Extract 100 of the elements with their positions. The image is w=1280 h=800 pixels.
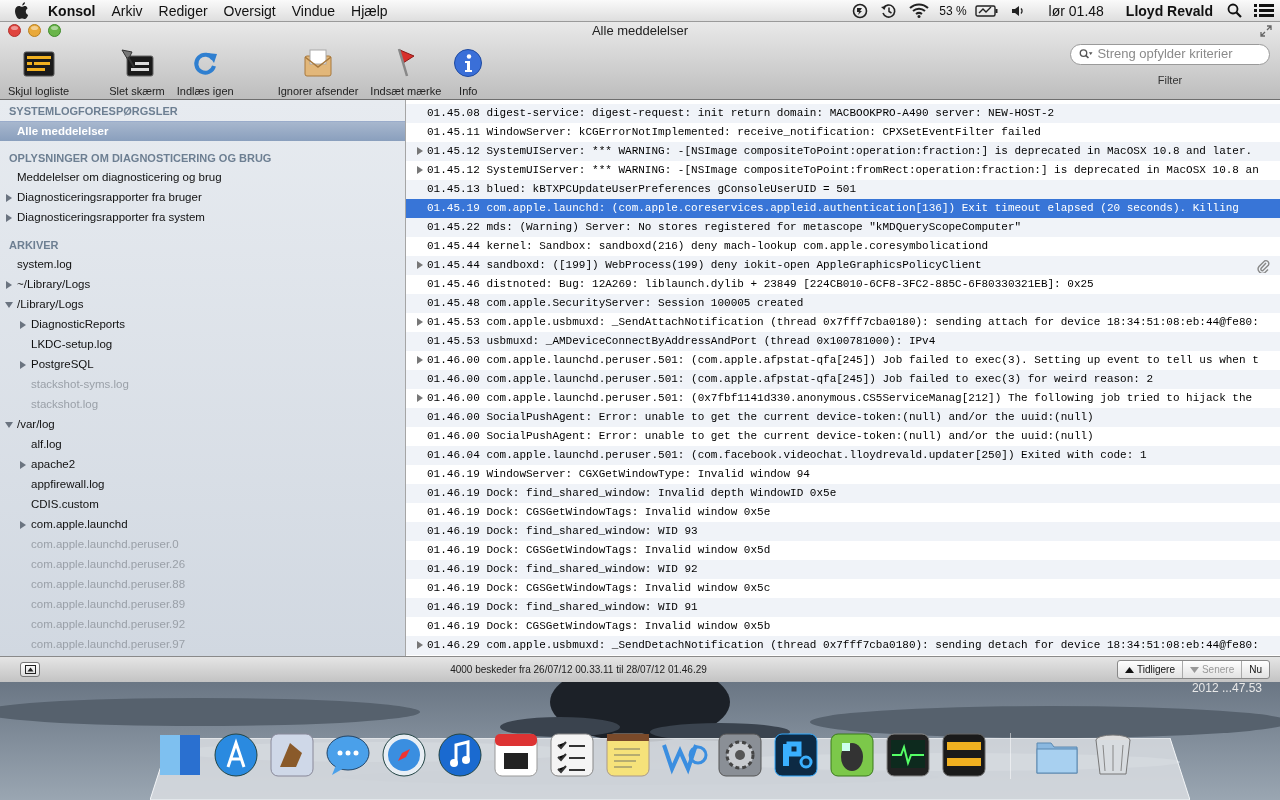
log-entry[interactable]: 01.45.48 com.apple.SecurityServer: Session 100005 created (406, 294, 1280, 313)
zoom-button[interactable] (48, 24, 61, 38)
sidebar-item[interactable]: Diagnosticeringsrapporter fra system (0, 208, 405, 228)
disclosure-triangle-icon[interactable] (416, 641, 424, 650)
sidebar-item[interactable]: apache2 (0, 455, 405, 475)
search-icon (1079, 48, 1094, 60)
log-entry[interactable]: 01.46.00 com.apple.launchd.peruser.501: (com.apple.afpstat-qfa[245]) Job failed to exec(3). Setting up event to tell us when t (406, 351, 1280, 370)
search-field[interactable]: Streng opfylder kriterier (1070, 43, 1270, 65)
sidebar-item[interactable]: DiagnosticReports (0, 315, 405, 335)
fullscreen-icon[interactable] (1260, 24, 1272, 37)
sidebar-item[interactable]: /var/log (0, 415, 405, 435)
calendar-icon[interactable] (492, 731, 540, 779)
sidebar-item[interactable]: appfirewall.log (0, 475, 405, 495)
sidebar-item[interactable]: alf.log (0, 435, 405, 455)
user-name[interactable]: Lloyd Revald (1117, 0, 1221, 21)
clock[interactable]: lør 01.48 (1040, 0, 1112, 21)
menu-item[interactable]: Hjælp (343, 0, 396, 21)
toolbar-button[interactable]: Skjul logliste (8, 43, 70, 99)
log-entry[interactable]: 01.45.13 blued: kBTXPCUpdateUserPreferences gConsoleUserUID = 501 (406, 180, 1280, 199)
log-entry[interactable]: 01.45.44 kernel: Sandbox: sandboxd(216) deny mach-lookup com.apple.coresymbolicationd (406, 237, 1280, 256)
log-entry[interactable]: 01.45.11 WindowServer: kCGErrorNotImplemented: receive_notification: CPXSetEventFilter failed (406, 123, 1280, 142)
battery-icon[interactable] (974, 3, 999, 18)
log-entry[interactable]: 01.46.19 Dock: CGSGetWindowTags: Invalid window 0x5b (406, 617, 1280, 636)
log-entry[interactable]: 01.46.04 com.apple.launchd.peruser.501: (com.facebook.videochat.lloydrevald.updater[250]) Exited with code: 1 (406, 446, 1280, 465)
disclosure-triangle-icon[interactable] (416, 261, 424, 270)
disclosure-triangle-icon[interactable] (18, 521, 27, 529)
toolbar-button[interactable]: Ignorer afsender (277, 43, 359, 99)
sidebar-item[interactable]: /Library/Logs (0, 295, 405, 315)
log-entry[interactable]: 01.46.19 Dock: CGSGetWindowTags: Invalid window 0x5c (406, 579, 1280, 598)
sidebar-item[interactable]: com.apple.launchd (0, 515, 405, 535)
log-entry[interactable]: 01.45.46 distnoted: Bug: 12A269: liblaunch.dylib + 23849 [224CB010-6CF8-3FC2-885C-6F80330321EB]: 0x25 (406, 275, 1280, 294)
paperclip-icon[interactable] (1257, 259, 1270, 273)
square-tile-icon[interactable] (772, 731, 820, 779)
sidebar-item[interactable]: ~/Library/Logs (0, 275, 405, 295)
log-entry[interactable]: 01.45.53 com.apple.usbmuxd: _SendAttachNotification (thread 0x7fff7cba0180): sending attach for device 18:34:51:08:eb:44@fe80: (406, 313, 1280, 332)
sidebar-item[interactable]: Meddelelser om diagnosticering og brug (0, 168, 405, 188)
list-icon[interactable] (1254, 3, 1274, 18)
log-entry[interactable]: 01.46.00 SocialPushAgent: Error: unable to get the current device-token:(null) and/or the uuid:(null) (406, 408, 1280, 427)
log-entry[interactable]: 01.46.00 com.apple.launchd.peruser.501: (0x7fbf1141d330.anonymous.CS5ServiceManag[212]) The following job tried to hijack the (406, 389, 1280, 408)
sidebar-toggle-button[interactable] (20, 662, 40, 677)
disclosure-triangle-icon[interactable] (416, 394, 424, 403)
search-icon[interactable] (1227, 3, 1242, 18)
log-entry[interactable]: 01.45.22 mds: (Warning) Server: No stores registered for metascope "kMDQueryScopeComputer" (406, 218, 1280, 237)
log-entry[interactable]: 01.46.19 Dock: find_shared_window: Invalid depth WindowID 0x5e (406, 484, 1280, 503)
disclosure-triangle-icon[interactable] (4, 194, 13, 202)
toolbar-button[interactable]: Info (453, 43, 484, 99)
disclosure-triangle-icon[interactable] (4, 214, 13, 222)
log-entry[interactable]: 01.46.00 com.apple.launchd.peruser.501: (com.apple.afpstat-qfa[245]) Job failed to exec(3) for weird reason: 2 (406, 370, 1280, 389)
menu-item[interactable]: Oversigt (215, 0, 284, 21)
log-entry[interactable]: 01.46.19 WindowServer: CGXGetWindowType: Invalid window 94 (406, 465, 1280, 484)
disclosure-triangle-icon[interactable] (18, 361, 27, 369)
sidebar-item[interactable]: system.log (0, 255, 405, 275)
log-entry[interactable]: 01.46.19 Dock: find_shared_window: WID 92 (406, 560, 1280, 579)
menu-item[interactable]: Arkiv (103, 0, 151, 21)
log-entry[interactable]: 01.45.08 digest-service: digest-request: init return domain: MACBOOKPRO-A490 server: NEW-HOST-2 (406, 104, 1280, 123)
disclosure-triangle-icon[interactable] (4, 301, 13, 309)
disclosure-triangle-icon[interactable] (18, 461, 27, 469)
log-entry[interactable]: 01.46.19 Dock: CGSGetWindowTags: Invalid window 0x5d (406, 541, 1280, 560)
menu-item[interactable]: Rediger (150, 0, 216, 21)
status-icon[interactable] (852, 2, 869, 19)
disclosure-triangle-icon[interactable] (4, 281, 13, 289)
log-entry[interactable]: 01.46.19 Dock: CGSGetWindowTags: Invalid window 0x5e (406, 503, 1280, 522)
disclosure-triangle-icon[interactable] (416, 356, 424, 365)
toolbar-button[interactable]: Indlæs igen (176, 43, 234, 99)
sidebar-item[interactable]: Diagnosticeringsrapporter fra bruger (0, 188, 405, 208)
checklist-icon[interactable] (548, 731, 596, 779)
menu-item[interactable]: Vindue (283, 0, 344, 21)
log-entry[interactable]: 01.45.12 SystemUIServer: *** WARNING: -[NSImage compositeToPoint:fromRect:operation:fraction:] is deprecated in MacOSX 10.8 an (406, 161, 1280, 180)
disclosure-triangle-icon[interactable] (416, 147, 424, 156)
apple-icon[interactable] (14, 1, 30, 20)
close-button[interactable] (8, 24, 21, 38)
console-icon[interactable] (940, 731, 988, 779)
disclosure-triangle-icon[interactable] (416, 166, 424, 175)
heartbeat-monitor-icon[interactable] (884, 731, 932, 779)
disclosure-triangle-icon[interactable] (18, 321, 27, 329)
toolbar-button[interactable]: Indsæt mærke (370, 43, 442, 99)
log-entry[interactable]: 01.45.53 usbmuxd: _AMDeviceConnectByAddressAndPort (thread 0x100781000): IPv4 (406, 332, 1280, 351)
clock-icon[interactable] (880, 2, 898, 19)
minimize-button[interactable] (28, 24, 41, 38)
music-note-icon[interactable] (436, 731, 484, 779)
toolbar-button[interactable]: Slet skærm (109, 43, 165, 99)
log-entry[interactable]: 01.46.19 Dock: find_shared_window: WID 91 (406, 598, 1280, 617)
app-menu[interactable]: Konsol (40, 0, 104, 21)
sidebar-item[interactable]: PostgreSQL (0, 355, 405, 375)
disclosure-triangle-icon[interactable] (416, 318, 424, 327)
volume-icon[interactable] (1010, 3, 1025, 18)
disclosure-triangle-icon[interactable] (4, 421, 13, 429)
nav-button[interactable]: Tidligere (1117, 661, 1182, 678)
sidebar-item[interactable]: CDIS.custom (0, 495, 405, 515)
wifi-icon[interactable] (909, 3, 930, 18)
log-entry[interactable]: 01.46.00 SocialPushAgent: Error: unable to get the current device-token:(null) and/or the uuid:(null) (406, 427, 1280, 446)
sidebar-item[interactable]: LKDC-setup.log (0, 335, 405, 355)
log-entry[interactable]: 01.45.44 sandboxd: ([199]) WebProcess(199) deny iokit-open AppleGraphicsPolicyClient (406, 256, 1280, 275)
gear-icon[interactable] (716, 731, 764, 779)
log-entry[interactable]: 01.46.29 com.apple.usbmuxd: _SendDetachNotification (thread 0x7fff7cba0180): sending detach for device 18:34:51:08:eb:44@fe80: (406, 636, 1280, 655)
nav-button[interactable]: Nu (1241, 661, 1269, 678)
notepad-icon[interactable] (604, 731, 652, 779)
log-entry[interactable]: 01.46.19 Dock: find_shared_window: WID 93 (406, 522, 1280, 541)
log-entry[interactable]: 01.45.19 com.apple.launchd: (com.apple.coreservices.appleid.authentication[136]) Exit timeout elapsed (20 seconds). Killing (406, 199, 1280, 218)
log-entry[interactable]: 01.45.12 SystemUIServer: *** WARNING: -[NSImage compositeToPoint:operation:fraction:] is deprecated in MacOSX 10.8 and later. (406, 142, 1280, 161)
